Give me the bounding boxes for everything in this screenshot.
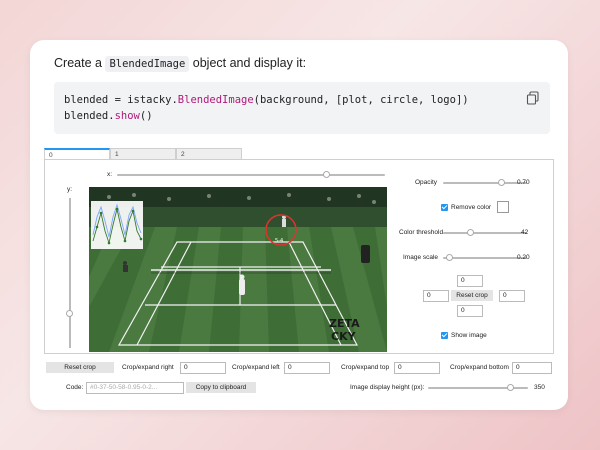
remove-color-swatch[interactable] [497,201,509,213]
x-slider-label: x: [107,171,113,178]
crop-bottom-label: Crop/expand bottom [450,364,509,371]
show-image-checkbox[interactable] [441,332,448,339]
crop-right-field[interactable]: 0 [180,362,226,374]
y-slider-handle[interactable] [66,310,73,317]
color-threshold-label: Color threshold [399,229,444,236]
blended-image-preview: 5-4 ZETA CKY [89,187,387,352]
display-height-value: 350 [534,384,545,391]
content-card: Create a BlendedImage object and display… [30,40,568,410]
crop-left-field[interactable]: 0 [284,362,330,374]
color-threshold-slider-handle[interactable] [467,229,475,236]
tab-panel: x: y: 5-4 ZETA CKY Opacity 0.70 Remove c… [44,159,554,354]
code-field[interactable]: #0-37-50-58-0.95-0-2... [86,382,184,394]
color-threshold-value: 42 [521,229,529,236]
x-slider[interactable] [117,174,385,176]
code-label: Code: [66,384,84,391]
crop-top-label: Crop/expand top [341,364,390,371]
code-block: blended = istacky.BlendedImage(backgroun… [54,82,550,134]
display-height-slider-handle[interactable] [506,384,514,391]
heading-text-after: object and display it: [192,56,307,70]
y-slider-label: y: [67,186,73,193]
crop-bottom-field[interactable]: 0 [512,362,552,374]
reset-crop-button[interactable]: Reset crop [46,362,114,373]
heading-text-before: Create a [54,56,102,70]
score-text: 5-4 [275,238,283,244]
x-slider-handle[interactable] [323,171,330,178]
heading-code-term: BlendedImage [105,56,190,72]
opacity-value: 0.70 [517,179,530,186]
opacity-slider-handle[interactable] [498,179,506,186]
heading: Create a BlendedImage object and display… [54,56,307,72]
crop-top-field[interactable]: 0 [394,362,440,374]
remove-color-checkbox[interactable] [441,204,448,211]
crop-right-label: Crop/expand right [122,364,174,371]
remove-color-label: Remove color [451,204,492,211]
blended-image-widget: 0 1 2 x: y: 5-4 ZETA CKY Opacity 0.70 Re… [44,148,554,358]
color-threshold-slider[interactable] [443,232,527,234]
code-line-2: blended.show() [64,110,153,122]
image-scale-slider-handle[interactable] [446,254,454,261]
y-slider[interactable] [69,198,71,348]
tab-2[interactable]: 2 [176,148,242,159]
logo-text-bottom: CKY [331,330,357,343]
code-line-1: blended = istacky.BlendedImage(backgroun… [64,94,469,106]
tennis-court-image: 5-4 ZETA CKY [89,187,387,352]
image-scale-label: Image scale [403,254,439,261]
copy-to-clipboard-button[interactable]: Copy to clipboard [186,382,256,393]
crop-top-input[interactable]: 0 [457,275,483,287]
logo-text-top: ZETA [329,317,360,330]
opacity-slider[interactable] [443,182,527,184]
display-height-label: Image display height (px): [350,384,425,391]
copy-icon[interactable] [526,91,540,105]
tab-1[interactable]: 1 [110,148,176,159]
reset-crop-inline-button[interactable]: Reset crop [451,290,493,301]
crop-left-label: Crop/expand left [232,364,280,371]
opacity-label: Opacity [415,179,438,186]
crop-right-input[interactable]: 0 [499,290,525,302]
show-image-label: Show image [451,332,487,339]
image-scale-value: 0.20 [517,254,530,261]
crop-left-input[interactable]: 0 [423,290,449,302]
image-scale-slider[interactable] [443,257,527,259]
crop-bottom-input[interactable]: 0 [457,305,483,317]
